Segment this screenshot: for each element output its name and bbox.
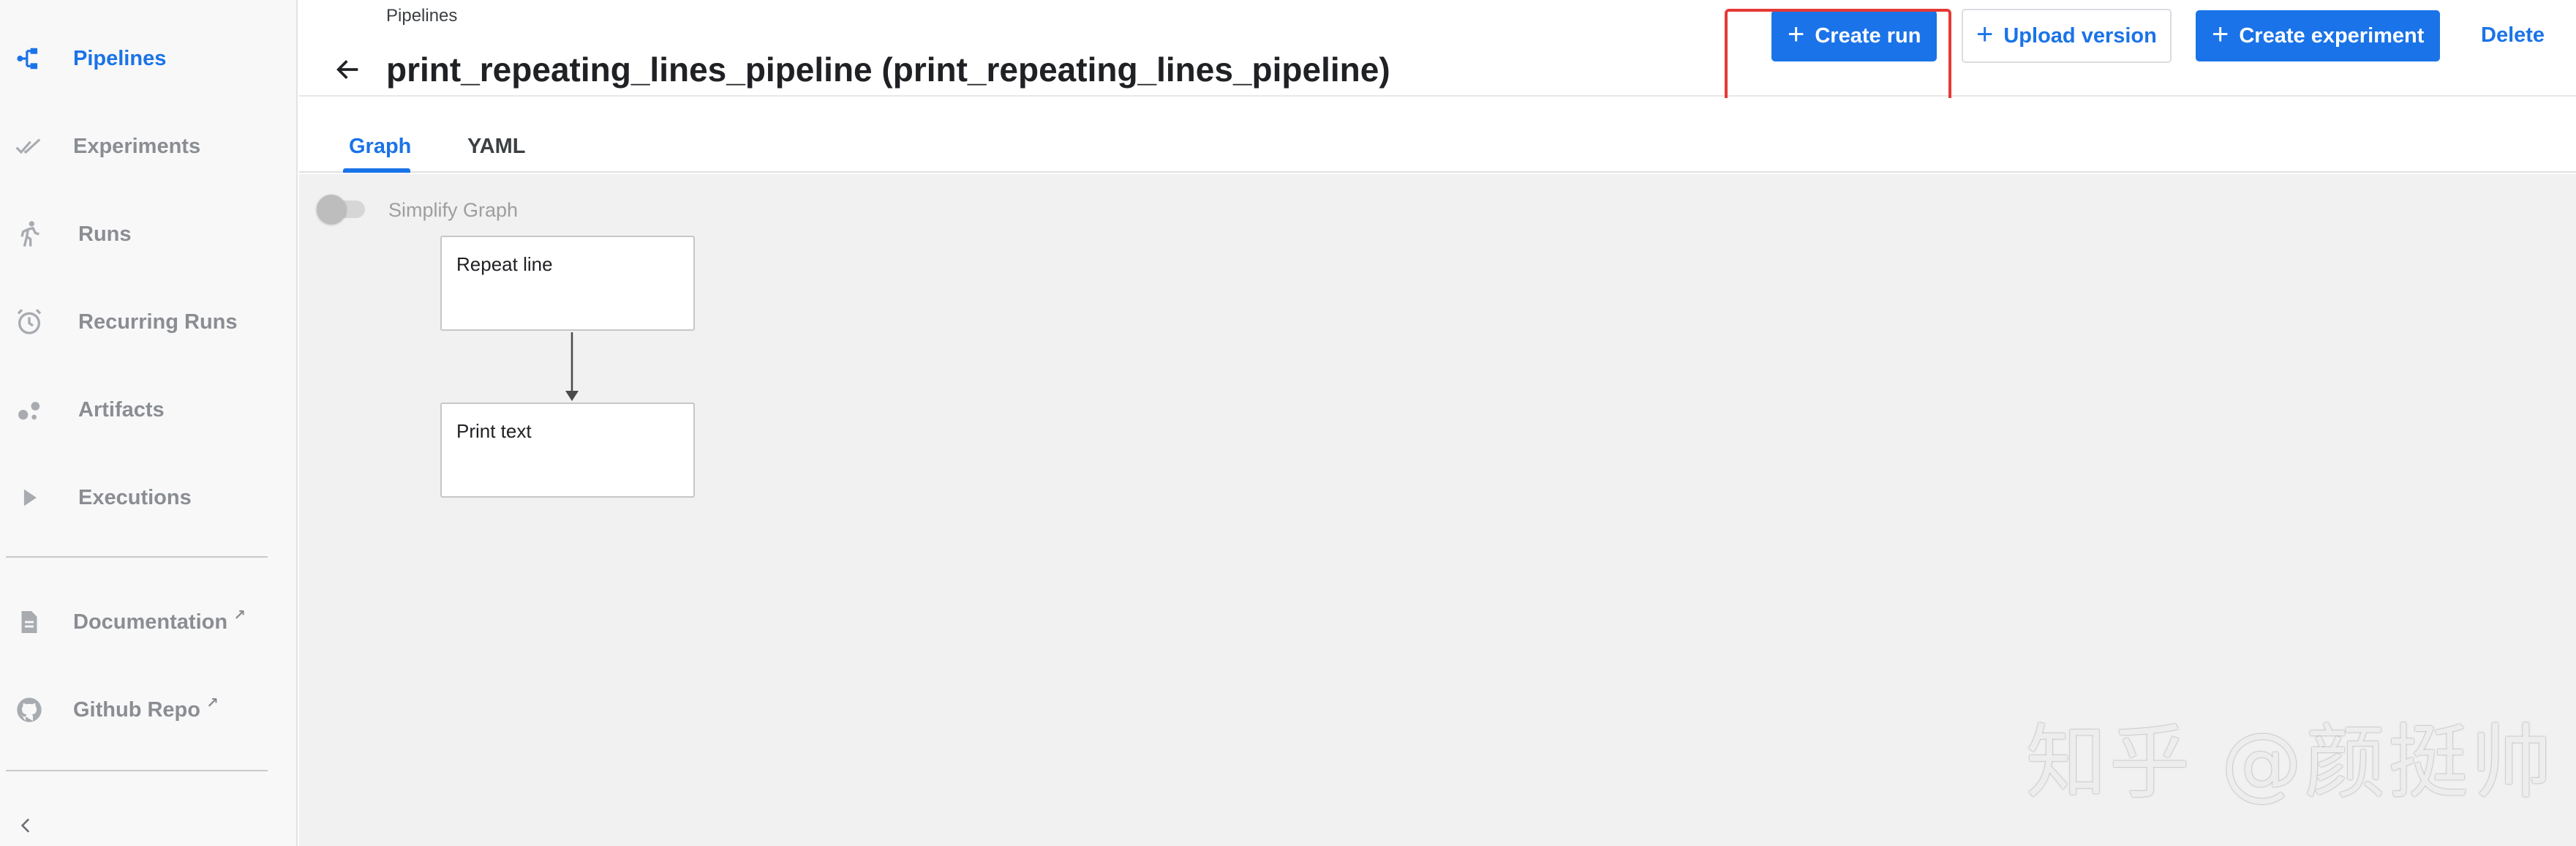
create-run-label: Create run — [1815, 23, 1921, 48]
sidebar-item-experiments[interactable]: Experiments — [0, 110, 296, 183]
pipelines-icon — [13, 42, 45, 75]
sidebar-link-documentation[interactable]: Documentation ↗ — [0, 585, 296, 659]
sidebar-item-label: Artifacts — [78, 397, 165, 422]
sidebar-item-executions[interactable]: Executions — [0, 461, 296, 534]
sidebar-item-artifacts[interactable]: Artifacts — [0, 373, 296, 446]
node-label: Print text — [456, 420, 532, 442]
sidebar-item-label: Experiments — [73, 134, 201, 158]
external-link-icon: ↗ — [233, 607, 246, 624]
sidebar-item-label: Executions — [78, 485, 192, 509]
back-button[interactable] — [330, 53, 366, 89]
collapse-sidebar-button[interactable] — [12, 812, 41, 842]
sidebar-link-label-wrap: Documentation ↗ — [73, 607, 246, 634]
sidebar-link-label: Github Repo — [73, 697, 200, 722]
create-experiment-button[interactable]: + Create experiment — [2196, 10, 2441, 61]
document-icon — [13, 606, 45, 638]
sidebar-item-recurring-runs[interactable]: Recurring Runs — [0, 285, 296, 359]
chevron-left-icon — [17, 816, 36, 839]
tab-yaml[interactable]: YAML — [467, 135, 526, 159]
create-run-button[interactable]: + Create run — [1771, 10, 1937, 61]
experiments-icon — [13, 130, 45, 162]
play-icon — [13, 482, 45, 514]
upload-version-label: Upload version — [2003, 23, 2157, 48]
tab-graph[interactable]: Graph — [349, 135, 411, 159]
plus-icon: + — [2212, 18, 2229, 50]
sidebar-item-label: Pipelines — [73, 46, 167, 70]
plus-icon: + — [1788, 18, 1805, 50]
sidebar-item-label: Recurring Runs — [78, 310, 238, 334]
artifacts-icon — [13, 394, 45, 426]
sidebar: Pipelines Experiments Runs Recurring Run… — [0, 0, 298, 846]
tab-bar: Graph YAML — [299, 98, 2576, 173]
sidebar-link-label: Documentation — [73, 610, 228, 634]
plus-icon: + — [1976, 18, 1994, 50]
sidebar-link-github[interactable]: Github Repo ↗ — [0, 673, 296, 746]
arrow-left-icon — [334, 55, 363, 88]
watermark: 知乎 @颜挺帅 — [2026, 716, 2555, 809]
sidebar-divider — [6, 770, 268, 771]
create-experiment-label: Create experiment — [2239, 23, 2425, 48]
sidebar-item-label: Runs — [78, 222, 132, 246]
breadcrumb[interactable]: Pipelines — [386, 6, 457, 26]
upload-version-button[interactable]: + Upload version — [1962, 9, 2172, 63]
alarm-clock-icon — [13, 306, 45, 338]
active-tab-indicator — [343, 168, 410, 173]
sidebar-item-pipelines[interactable]: Pipelines — [0, 22, 296, 95]
runs-icon — [13, 218, 45, 250]
sidebar-link-label-wrap: Github Repo ↗ — [73, 695, 219, 722]
delete-button[interactable]: Delete — [2481, 23, 2545, 48]
graph-node-print-text[interactable]: Print text — [440, 403, 695, 498]
sidebar-item-runs[interactable]: Runs — [0, 198, 296, 271]
github-icon — [13, 694, 45, 726]
external-link-icon: ↗ — [206, 695, 219, 711]
sidebar-divider — [6, 556, 268, 558]
page-title: print_repeating_lines_pipeline (print_re… — [386, 50, 1390, 89]
